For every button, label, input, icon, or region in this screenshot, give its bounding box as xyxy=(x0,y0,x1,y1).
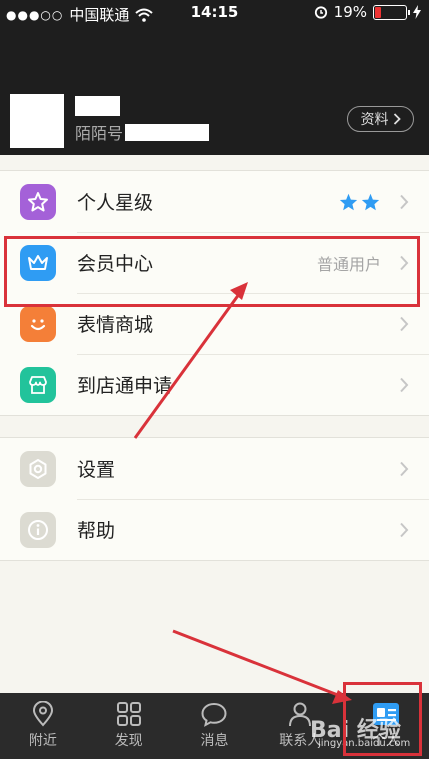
crown-icon xyxy=(20,244,56,281)
chevron-right-icon xyxy=(393,113,401,125)
location-pin-icon xyxy=(32,701,53,727)
baidu-watermark-url: jingyan.baidu.com xyxy=(318,738,411,749)
menu-item-label: 设置 xyxy=(77,459,116,481)
filled-star-icon xyxy=(361,193,380,210)
alarm-icon xyxy=(314,6,327,19)
menu-item-help[interactable]: 帮助 xyxy=(0,499,429,560)
battery-icon xyxy=(373,4,410,20)
menu-group-main: 个人星级 会员中心 普通用户 表情商城 到店通申请 xyxy=(0,170,429,416)
charging-icon xyxy=(413,5,421,19)
menu-item-label: 到店通申请 xyxy=(77,375,173,397)
menu-item-sticker-store[interactable]: 表情商城 xyxy=(0,293,429,354)
star-rating xyxy=(339,193,380,211)
chevron-right-icon xyxy=(399,377,409,393)
smiley-icon xyxy=(20,305,56,342)
menu-item-label: 会员中心 xyxy=(77,253,154,275)
menu-item-settings[interactable]: 设置 xyxy=(0,438,429,499)
chevron-right-icon xyxy=(399,316,409,332)
menu-group-system: 设置 帮助 xyxy=(0,437,429,561)
menu-item-star-level[interactable]: 个人星级 xyxy=(0,171,429,232)
battery-percent: 19% xyxy=(333,3,367,21)
momo-id-value xyxy=(125,123,210,141)
tab-nearby[interactable]: 附近 xyxy=(0,693,86,759)
gear-icon xyxy=(20,450,56,487)
chevron-right-icon xyxy=(399,194,409,210)
profile-header: ●●●○○ 中国联通 14:15 19% 陌陌号 资料 xyxy=(0,0,429,155)
avatar[interactable] xyxy=(10,94,64,148)
tab-label: 消息 xyxy=(200,733,229,749)
info-icon xyxy=(20,511,56,548)
chevron-right-icon xyxy=(399,255,409,271)
menu-item-label: 帮助 xyxy=(77,520,116,542)
profile-button[interactable]: 资料 xyxy=(347,106,414,132)
menu-item-label: 表情商城 xyxy=(77,314,154,336)
menu-item-label: 个人星级 xyxy=(77,192,154,214)
grid-icon xyxy=(116,702,141,726)
tab-label: 附近 xyxy=(28,733,57,749)
tab-discover[interactable]: 发现 xyxy=(86,693,172,759)
star-icon xyxy=(20,183,56,220)
menu-item-store-apply[interactable]: 到店通申请 xyxy=(0,354,429,415)
tab-label: 发现 xyxy=(114,733,143,749)
momo-id-label: 陌陌号 xyxy=(75,124,124,143)
store-icon xyxy=(20,366,56,403)
chevron-right-icon xyxy=(399,461,409,477)
menu-item-vip-center[interactable]: 会员中心 普通用户 xyxy=(0,232,429,293)
user-name xyxy=(75,96,120,116)
tab-messages[interactable]: 消息 xyxy=(172,693,258,759)
status-bar: ●●●○○ 中国联通 14:15 19% xyxy=(0,0,429,26)
momo-id: 陌陌号 xyxy=(75,121,210,143)
filled-star-icon xyxy=(339,193,358,210)
membership-status: 普通用户 xyxy=(316,254,381,274)
chat-bubble-icon xyxy=(201,702,227,727)
chevron-right-icon xyxy=(399,522,409,538)
profile-button-label: 资料 xyxy=(360,112,389,128)
